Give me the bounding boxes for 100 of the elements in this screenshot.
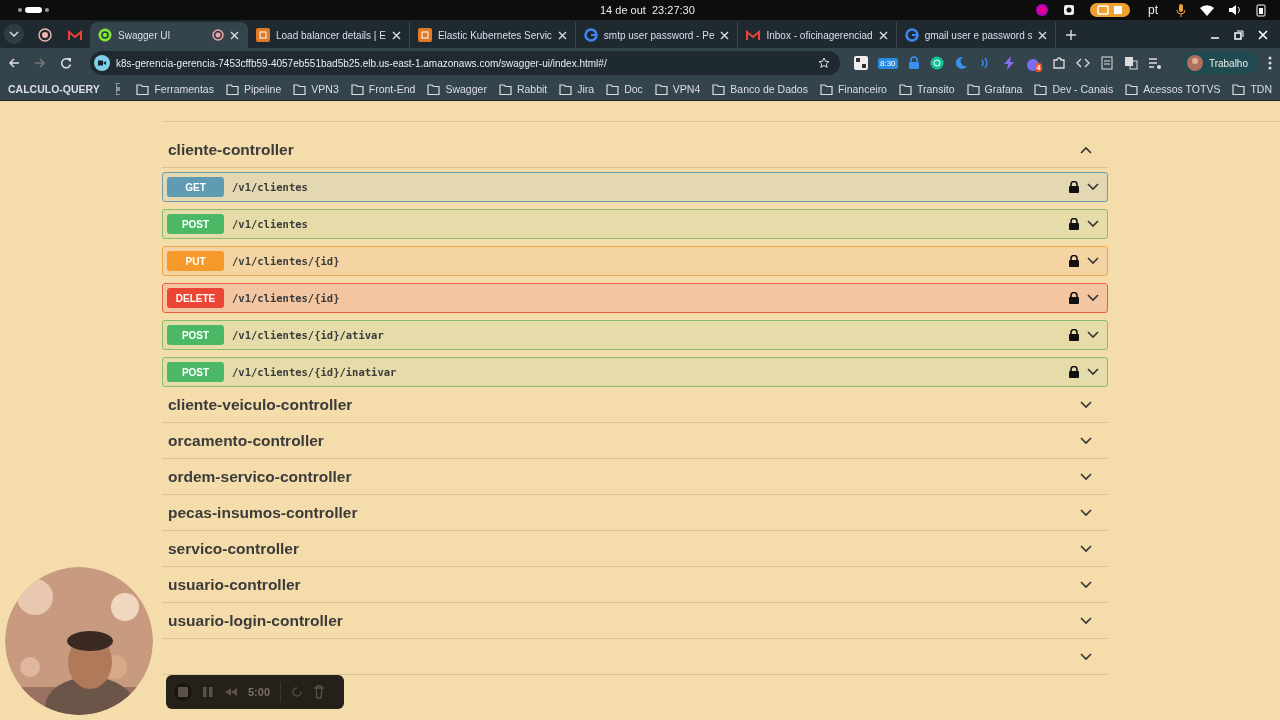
controller-header[interactable]: cliente-controller xyxy=(162,132,1108,168)
menu-icon[interactable] xyxy=(1268,56,1272,70)
bookmark-folder[interactable]: TDN xyxy=(1232,83,1272,95)
microphone-icon[interactable] xyxy=(1176,3,1186,17)
puzzle-icon[interactable] xyxy=(1052,56,1067,70)
controller-header[interactable]: cliente-veiculo-controller xyxy=(162,387,1108,423)
chevron-icon[interactable] xyxy=(1080,508,1092,517)
bookmark-folder[interactable]: Transito xyxy=(898,83,955,95)
google-icon xyxy=(904,28,919,42)
bookmark-folder[interactable]: Rabbit xyxy=(498,83,548,95)
chevron-icon[interactable] xyxy=(1080,652,1092,661)
lock-icon[interactable] xyxy=(1069,218,1079,230)
controller-header[interactable]: pecas-insumos-controller xyxy=(162,495,1108,531)
bookmark-folder[interactable]: VPN3 xyxy=(293,83,339,95)
bookmark-folder[interactable]: Grafana xyxy=(966,83,1023,95)
moon-icon[interactable] xyxy=(953,56,968,70)
endpoint-path: /v1/clientes/{id}/inativar xyxy=(232,366,397,378)
chevron-icon[interactable] xyxy=(1080,580,1092,589)
restart-icon[interactable] xyxy=(291,686,304,698)
endpoint-row[interactable]: POST /v1/clientes/{id}/inativar xyxy=(162,357,1108,387)
chevron-icon[interactable] xyxy=(1080,436,1092,445)
folder-icon xyxy=(1125,83,1139,95)
bookmark-folder[interactable]: Financeiro xyxy=(819,83,887,95)
camera-icon xyxy=(94,55,110,71)
profile-button[interactable]: Trabalho xyxy=(1182,52,1258,74)
close-icon[interactable] xyxy=(878,30,888,40)
address-bar[interactable]: k8s-gerencia-gerencia-7453cffb59-4057eb551bad5b25.elb.us-east-1.amazonaws.com/swagger-ui/index.html#/ xyxy=(90,51,840,75)
bookmark-folder[interactable]: Jira xyxy=(559,83,595,95)
tab-search-button[interactable] xyxy=(4,24,24,44)
close-icon[interactable] xyxy=(391,30,401,40)
close-icon[interactable] xyxy=(230,30,239,40)
reload-icon[interactable] xyxy=(60,57,72,69)
bookmark-folder[interactable]: Pipeline xyxy=(225,83,282,95)
lock-icon[interactable] xyxy=(1069,292,1079,304)
workspace-indicator[interactable] xyxy=(18,7,49,13)
battery-icon[interactable] xyxy=(1256,3,1266,17)
endpoint-path: /v1/clientes xyxy=(232,181,308,193)
browser-tab[interactable]: Swagger UI xyxy=(90,22,248,48)
endpoint-row[interactable]: POST /v1/clientes/{id}/ativar xyxy=(162,320,1108,350)
lock-icon[interactable] xyxy=(1069,366,1079,378)
chevron-icon[interactable] xyxy=(1087,183,1099,191)
chevron-icon[interactable] xyxy=(1087,257,1099,265)
folder-icon xyxy=(498,83,512,95)
reader-icon[interactable] xyxy=(1100,56,1115,70)
clock[interactable]: 14 de out 23:27:30 xyxy=(600,4,695,16)
code-icon[interactable] xyxy=(1076,56,1091,70)
translate-icon[interactable] xyxy=(1124,56,1139,70)
lock-icon[interactable] xyxy=(1069,255,1079,267)
grammar-icon[interactable] xyxy=(929,56,944,70)
back-icon[interactable] xyxy=(8,57,20,69)
lightning-icon[interactable] xyxy=(1001,56,1016,70)
chevron-icon[interactable] xyxy=(1080,145,1092,154)
bookmark-star-icon[interactable] xyxy=(818,57,830,69)
endpoint-row[interactable]: POST /v1/clientes xyxy=(162,209,1108,239)
endpoint-row[interactable]: PUT /v1/clientes/{id} xyxy=(162,246,1108,276)
bookmark-folder[interactable]: Ferramentas xyxy=(136,83,214,95)
bookmark-folder[interactable]: Doc xyxy=(606,83,643,95)
close-icon[interactable] xyxy=(720,30,730,40)
chevron-icon[interactable] xyxy=(1080,616,1092,625)
bookmark-folder[interactable]: Acessos TOTVS xyxy=(1125,83,1221,95)
lock-icon[interactable] xyxy=(1069,181,1079,193)
bookmark-folder[interactable]: Front-End xyxy=(350,83,416,95)
bookmark-folder[interactable]: Banco de Dados xyxy=(712,83,808,95)
stop-icon[interactable] xyxy=(174,683,192,701)
controller-header[interactable]: ordem-servico-controller xyxy=(162,459,1108,495)
media-queue-icon[interactable] xyxy=(1148,56,1163,70)
controller-header[interactable]: orcamento-controller xyxy=(162,423,1108,459)
close-icon[interactable] xyxy=(1038,30,1048,40)
endpoint-row[interactable]: GET /v1/clientes xyxy=(162,172,1108,202)
endpoint-row[interactable]: DELETE /v1/clientes/{id} xyxy=(162,283,1108,313)
screen-record-indicator[interactable] xyxy=(1090,3,1130,17)
qr-code-icon[interactable] xyxy=(854,56,868,70)
bookmark-folder[interactable]: Dev - Canais xyxy=(1034,83,1114,95)
bookmark[interactable]: CALCULO-QUERY xyxy=(8,83,100,95)
tab-title: Swagger UI xyxy=(118,29,172,41)
chevron-icon[interactable] xyxy=(1080,544,1092,553)
close-icon[interactable] xyxy=(557,30,567,40)
lock-icon[interactable] xyxy=(1069,329,1079,341)
new-tab-icon[interactable] xyxy=(1066,30,1077,40)
controller-header[interactable]: usuario-controller xyxy=(162,567,1108,603)
folder-icon xyxy=(427,83,441,95)
chevron-icon[interactable] xyxy=(1087,220,1099,228)
chevron-icon[interactable] xyxy=(1087,368,1099,376)
chevron-icon[interactable] xyxy=(1087,294,1099,302)
controller-header[interactable]: servico-controller xyxy=(162,531,1108,567)
folder-icon xyxy=(1034,83,1048,95)
mail-icon xyxy=(68,29,82,41)
bookmark-folder[interactable]: Swagger xyxy=(427,83,487,95)
controller-header[interactable]: usuario-login-controller xyxy=(162,603,1108,639)
chevron-icon[interactable] xyxy=(1087,331,1099,339)
volume-icon[interactable] xyxy=(1228,4,1242,16)
app-indicator-icon[interactable] xyxy=(1036,4,1048,16)
chevron-icon[interactable] xyxy=(1080,472,1092,481)
folder-icon xyxy=(712,83,726,95)
chevron-icon[interactable] xyxy=(1080,400,1092,409)
timer-badge[interactable]: 8:30 xyxy=(878,57,898,69)
wifi-icon[interactable] xyxy=(1200,4,1214,16)
bookmark-folder[interactable]: VPN4 xyxy=(654,83,701,95)
restore-icon[interactable] xyxy=(1234,30,1244,40)
keyboard-language[interactable]: pt xyxy=(1148,3,1158,17)
